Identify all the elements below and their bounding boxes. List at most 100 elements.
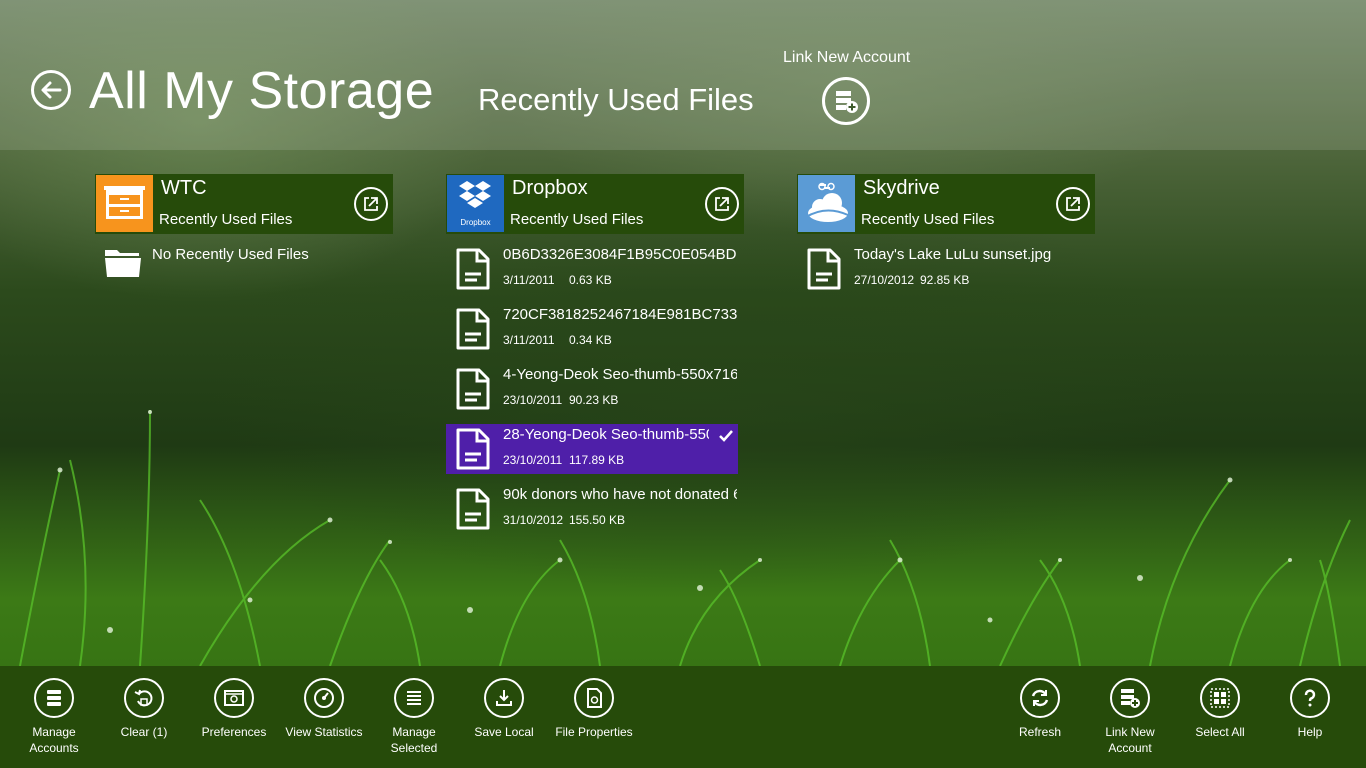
select-all-button[interactable]: Select All [1175,678,1265,740]
open-external-icon [715,197,729,211]
arrow-left-icon [41,81,62,99]
file-properties-button[interactable]: File Properties [549,678,639,740]
file-gear-icon [587,688,602,708]
help-icon [1304,689,1316,707]
file-list-item[interactable]: 4-Yeong-Deok Seo-thumb-550x716- 23/10/201… [446,364,738,414]
group-name: Dropbox [512,177,588,199]
appbar-label: Clear (1) [120,725,168,739]
page-subtitle: Recently Used Files [478,82,754,117]
help-button[interactable]: Help [1265,678,1355,740]
refresh-icon-circle [1020,678,1060,718]
document-icon [807,248,841,290]
link-account-label: Link New Account [783,49,911,66]
file-name: 720CF3818252467184E981BC73385 [503,306,737,323]
preferences-button[interactable]: Preferences [189,678,279,740]
storage-group-dropbox: Dropbox Dropbox Recently Used Files 0B6D… [446,174,744,544]
open-external-button[interactable] [705,187,739,221]
view-statistics-button[interactable]: View Statistics [279,678,369,740]
page-title: All My Storage [89,62,435,120]
group-header-dropbox[interactable]: Dropbox Dropbox Recently Used Files [446,174,744,234]
skydrive-cloud-logo [798,175,855,232]
appbar-label: Manage Selected [390,725,438,755]
file-list-item[interactable]: 0B6D3326E3084F1B95C0E054BD0CA 3/11/2011 0.… [446,244,738,294]
appbar-label: Link New Account [1105,725,1155,755]
back-button[interactable] [31,70,71,110]
file-date: 31/10/2012 [503,513,564,527]
storage-group-skydrive: Skydrive Recently Used Files Today's Lak… [797,174,1095,304]
group-header-wtc[interactable]: WTC Recently Used Files [95,174,393,234]
gauge-icon [314,688,334,708]
file-name: 28-Yeong-Deok Seo-thumb-550x716 [503,426,709,443]
undo-icon-circle [124,678,164,718]
file-name: 90k donors who have not donated 6 [503,486,737,503]
file-size: 117.89 KB [569,453,625,467]
dropbox-logo-text: Dropbox [460,218,490,227]
appbar-label: Select All [1195,725,1245,739]
file-name: 0B6D3326E3084F1B95C0E054BD0CA [503,246,737,263]
file-name: 4-Yeong-Deok Seo-thumb-550x716- [503,366,737,383]
file-size: 0.34 KB [569,333,612,347]
group-header-skydrive[interactable]: Skydrive Recently Used Files [797,174,1095,234]
document-icon [456,488,490,530]
file-date: 3/11/2011 [503,273,555,287]
open-external-icon [364,197,378,211]
file-date: 3/11/2011 [503,333,555,347]
group-subtitle: Recently Used Files [510,211,644,228]
check-icon [719,430,733,442]
download-icon-circle [484,678,524,718]
dropbox-logo: Dropbox [447,175,504,232]
clear-1-button[interactable]: Clear (1) [99,678,189,740]
file-list-item[interactable]: Today's Lake LuLu sunset.jpg 27/10/2012 92… [797,244,1089,294]
file-size: 90.23 KB [569,393,619,407]
file-date: 23/10/2011 [503,453,563,467]
undo-icon [134,689,153,707]
document-icon [456,428,490,470]
folder-icon [105,250,141,277]
select-all-icon-circle [1200,678,1240,718]
group-subtitle: Recently Used Files [159,211,293,228]
help-icon-circle [1290,678,1330,718]
app-bar: Manage Accounts Clear (1) Preferences View … [0,666,1366,768]
group-name: Skydrive [863,177,940,199]
open-external-button[interactable] [1056,187,1090,221]
database-icon [47,690,61,706]
add-database-icon-circle [1110,678,1150,718]
appbar-label: Manage Accounts [29,725,79,755]
link-new-account-button[interactable] [822,77,870,125]
add-database-icon [836,91,858,113]
document-icon [456,368,490,410]
document-icon [456,308,490,350]
manage-selected-button[interactable]: Manage Selected [369,678,459,756]
open-external-icon [1066,197,1080,211]
file-size: 0.63 KB [569,273,612,287]
link-new-account-button[interactable]: Link New Account [1085,678,1175,756]
list-icon-circle [394,678,434,718]
manage-accounts-button[interactable]: Manage Accounts [9,678,99,756]
save-local-button[interactable]: Save Local [459,678,549,740]
file-list-item[interactable]: 720CF3818252467184E981BC73385 3/11/2011 0.… [446,304,738,354]
settings-window-icon-circle [214,678,254,718]
file-size: 92.85 KB [920,273,970,287]
file-list-item[interactable]: 28-Yeong-Deok Seo-thumb-550x716 23/10/201… [446,424,738,474]
add-database-icon [1121,689,1140,708]
file-size: 155.50 KB [569,513,626,527]
appbar-label: View Statistics [285,725,363,739]
file-name: Today's Lake LuLu sunset.jpg [854,246,1052,263]
file-date: 23/10/2011 [503,393,563,407]
gauge-icon-circle [304,678,344,718]
settings-window-icon [224,690,244,706]
group-subtitle: Recently Used Files [861,211,995,228]
empty-label: No Recently Used Files [152,246,309,263]
list-icon [407,691,421,705]
file-list-item[interactable]: 90k donors who have not donated 6 31/10/2… [446,484,738,534]
appbar-label: Preferences [201,725,267,739]
open-external-button[interactable] [354,187,388,221]
select-all-icon [1210,688,1230,708]
refresh-icon [1031,689,1049,707]
empty-list-item: No Recently Used Files [95,244,387,284]
appbar-label: File Properties [555,725,633,739]
download-icon [496,690,512,706]
document-icon [456,248,490,290]
appbar-label: Refresh [1018,725,1062,739]
refresh-button[interactable]: Refresh [995,678,1085,740]
